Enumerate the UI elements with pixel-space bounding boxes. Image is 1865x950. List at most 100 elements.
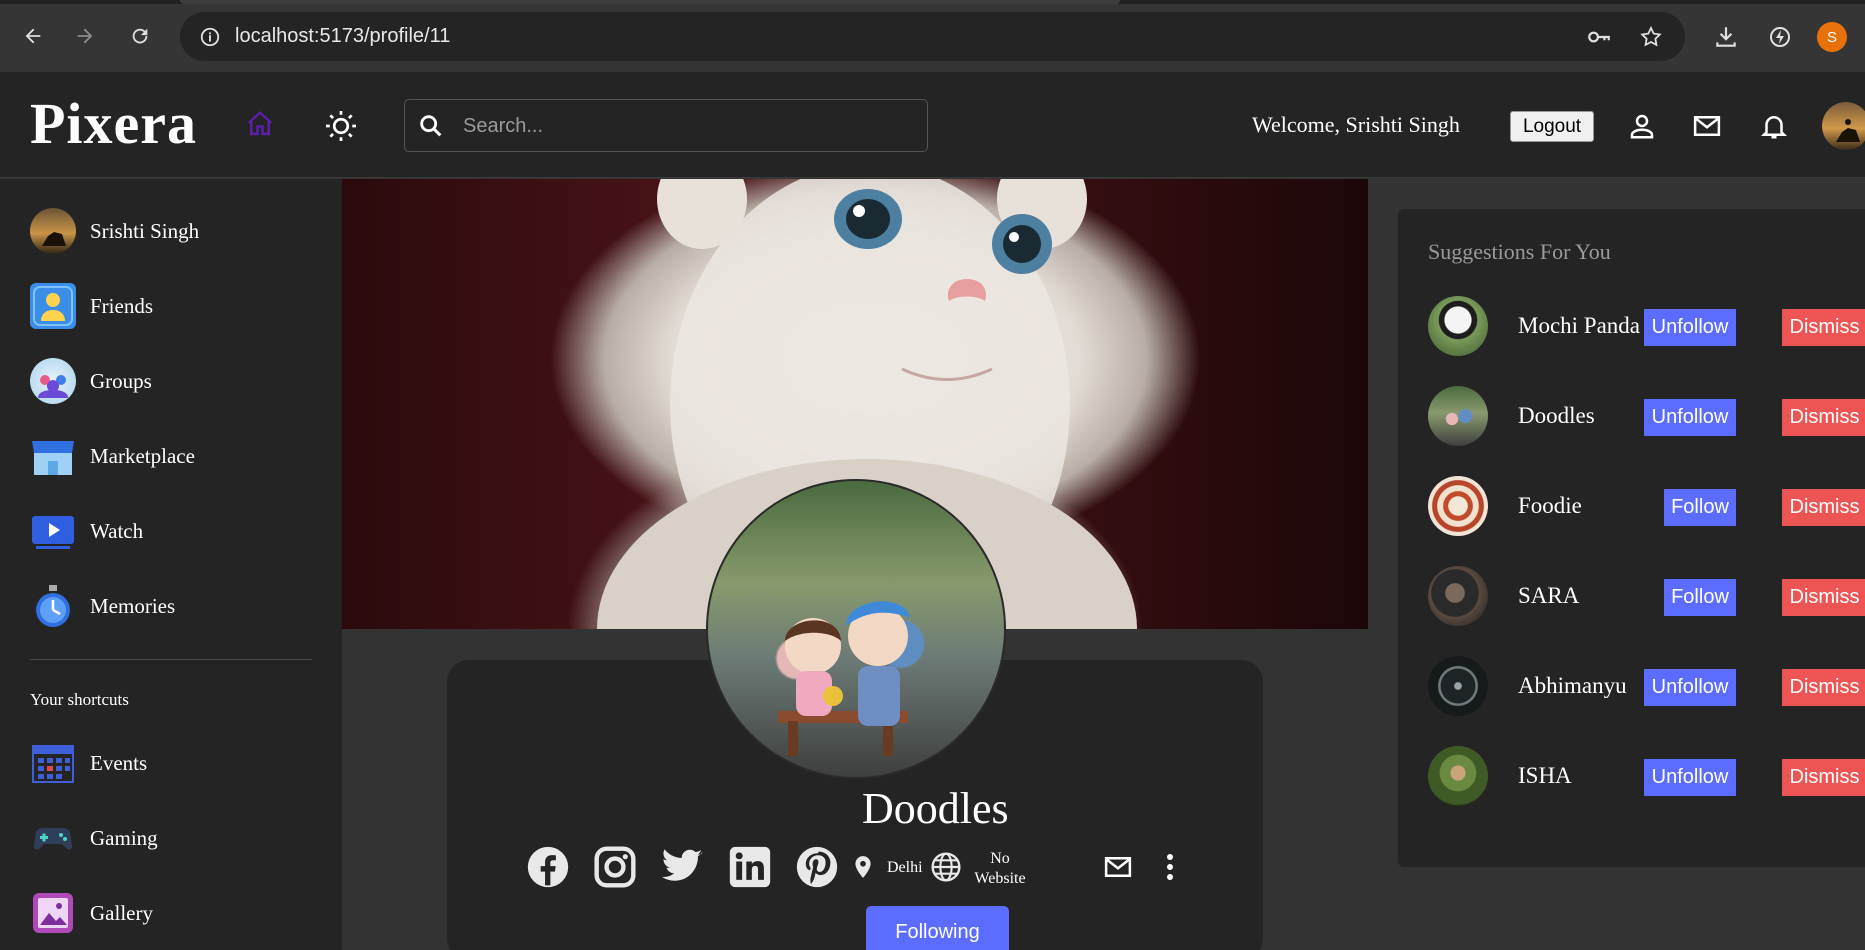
suggestion-name[interactable]: Foodie: [1518, 493, 1582, 519]
follow-button[interactable]: Follow: [1664, 489, 1736, 526]
groups-icon: [30, 358, 76, 404]
tab-strip: [0, 0, 1865, 4]
linkedin-icon[interactable]: [726, 843, 774, 891]
location-icon: [848, 843, 878, 891]
profile-picture[interactable]: [706, 479, 1006, 779]
suggestion-row: Abhimanyu Unfollow Dismiss: [1428, 656, 1865, 718]
location-text: Delhi: [887, 859, 923, 876]
sidebar-item-memories[interactable]: Memories: [30, 583, 320, 629]
logout-button[interactable]: Logout: [1510, 111, 1594, 142]
dismiss-button[interactable]: Dismiss: [1782, 579, 1865, 616]
marketplace-icon: [30, 433, 76, 479]
sidebar-item-label: Gaming: [90, 825, 158, 850]
unfollow-button[interactable]: Unfollow: [1644, 309, 1736, 346]
suggestion-row: Foodie Follow Dismiss: [1428, 476, 1865, 538]
dismiss-button[interactable]: Dismiss: [1782, 759, 1865, 796]
search-input[interactable]: [463, 112, 903, 140]
dismiss-button[interactable]: Dismiss: [1782, 399, 1865, 436]
pinterest-icon[interactable]: [793, 843, 841, 891]
suggestion-name[interactable]: SARA: [1518, 583, 1579, 609]
memories-icon: [30, 583, 76, 629]
reload-icon[interactable]: [124, 20, 156, 52]
sidebar-item-gaming[interactable]: Gaming: [30, 815, 320, 861]
back-icon[interactable]: [17, 20, 49, 52]
sidebar-item-friends[interactable]: Friends: [30, 283, 320, 329]
sidebar-item-label: Watch: [90, 518, 144, 543]
extension-icon[interactable]: [1764, 21, 1796, 53]
mail-icon[interactable]: [1690, 110, 1724, 142]
twitter-icon[interactable]: [658, 843, 706, 891]
suggestion-avatar[interactable]: [1428, 566, 1488, 626]
suggestion-name[interactable]: ISHA: [1518, 763, 1572, 789]
sidebar-item-label: Srishti Singh: [90, 218, 200, 243]
suggestion-name[interactable]: Mochi Panda: [1518, 313, 1640, 339]
unfollow-button[interactable]: Unfollow: [1644, 669, 1736, 706]
message-icon[interactable]: [1096, 843, 1140, 891]
suggestions-panel: Suggestions For You Mochi Panda Unfollow…: [1398, 209, 1865, 867]
following-button[interactable]: Following: [866, 906, 1009, 950]
suggestion-avatar[interactable]: [1428, 386, 1488, 446]
url-text[interactable]: localhost:5173/profile/11: [235, 25, 450, 48]
facebook-icon[interactable]: [524, 843, 572, 891]
address-bar[interactable]: localhost:5173/profile/11: [180, 12, 1685, 61]
watch-icon: [30, 508, 76, 554]
sidebar-item-label: Marketplace: [90, 443, 195, 468]
sidebar-item-watch[interactable]: Watch: [30, 508, 320, 554]
unfollow-button[interactable]: Unfollow: [1644, 759, 1736, 796]
browser-chrome: localhost:5173/profile/11 S: [0, 0, 1865, 72]
home-icon[interactable]: [244, 108, 276, 140]
gaming-icon: [30, 815, 76, 861]
site-info-icon[interactable]: [194, 21, 226, 53]
theme-toggle-icon[interactable]: [322, 107, 360, 145]
suggestion-avatar[interactable]: [1428, 746, 1488, 806]
sidebar-item-groups[interactable]: Groups: [30, 358, 320, 404]
suggestion-row: SARA Follow Dismiss: [1428, 566, 1865, 628]
follow-button[interactable]: Follow: [1664, 579, 1736, 616]
dismiss-button[interactable]: Dismiss: [1782, 669, 1865, 706]
suggestion-name[interactable]: Doodles: [1518, 403, 1595, 429]
friends-icon: [30, 283, 76, 329]
search-icon: [415, 110, 447, 142]
unfollow-button[interactable]: Unfollow: [1644, 399, 1736, 436]
sidebar-item-events[interactable]: Events: [30, 740, 320, 786]
suggestion-row: Mochi Panda Unfollow Dismiss: [1428, 296, 1865, 358]
shortcuts-heading: Your shortcuts: [30, 690, 129, 709]
sidebar-item-marketplace[interactable]: Marketplace: [30, 433, 320, 479]
sidebar-item-gallery[interactable]: Gallery: [30, 890, 320, 936]
notification-bell-icon[interactable]: [1758, 109, 1790, 143]
user-avatar[interactable]: [1822, 102, 1865, 150]
browser-profile-avatar[interactable]: S: [1817, 22, 1847, 52]
sidebar-item-label: Groups: [90, 368, 152, 393]
dismiss-button[interactable]: Dismiss: [1782, 309, 1865, 346]
dismiss-button[interactable]: Dismiss: [1782, 489, 1865, 526]
forward-icon[interactable]: [69, 20, 101, 52]
suggestions-title: Suggestions For You: [1428, 239, 1611, 264]
sidebar-item-label: Gallery: [90, 900, 153, 925]
profile-name: Doodles: [862, 784, 1009, 833]
user-avatar: [30, 208, 76, 254]
suggestion-name[interactable]: Abhimanyu: [1518, 673, 1627, 699]
download-icon[interactable]: [1710, 21, 1742, 53]
sidebar-item-profile[interactable]: Srishti Singh: [30, 208, 320, 254]
key-icon[interactable]: [1583, 21, 1615, 53]
suggestion-avatar[interactable]: [1428, 656, 1488, 716]
instagram-icon[interactable]: [591, 843, 639, 891]
welcome-text: Welcome, Srishti Singh: [1252, 112, 1460, 137]
left-sidebar: Srishti Singh Friends Groups Marketplace…: [0, 179, 342, 950]
suggestion-row: Doodles Unfollow Dismiss: [1428, 386, 1865, 448]
website-text: No Website: [974, 850, 1026, 887]
sidebar-divider: [30, 659, 312, 660]
profile-icon[interactable]: [1626, 110, 1658, 142]
suggestion-row: ISHA Unfollow Dismiss: [1428, 746, 1865, 808]
suggestion-avatar[interactable]: [1428, 476, 1488, 536]
gallery-icon: [30, 890, 76, 936]
bookmark-star-icon[interactable]: [1635, 21, 1667, 53]
website-globe-icon: [930, 843, 962, 891]
app-header: Pixera Welcome, Srishti Singh Logout: [0, 72, 1865, 178]
logo[interactable]: Pixera: [30, 90, 197, 157]
sidebar-item-label: Friends: [90, 293, 153, 318]
suggestion-avatar[interactable]: [1428, 296, 1488, 356]
sidebar-item-label: Memories: [90, 593, 176, 618]
search-bar[interactable]: [404, 99, 928, 152]
more-options-icon[interactable]: [1156, 843, 1184, 891]
